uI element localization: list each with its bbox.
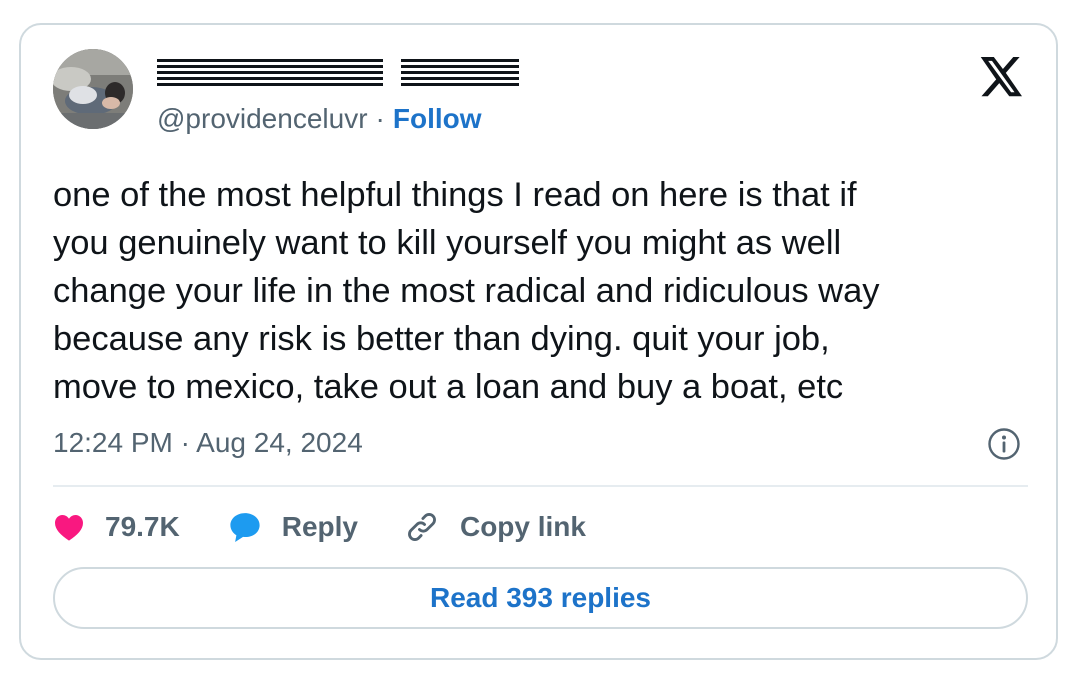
info-icon[interactable] <box>987 427 1021 461</box>
x-logo-icon[interactable] <box>979 57 1025 97</box>
redaction-bar <box>157 59 383 87</box>
like-count: 79.7K <box>105 511 180 542</box>
tweet-timestamp[interactable]: 12:24 PM · Aug 24, 2024 <box>53 425 363 461</box>
read-replies-label: Read 393 replies <box>429 582 652 613</box>
reply-button[interactable]: Reply <box>228 511 358 543</box>
avatar-photo <box>53 49 133 129</box>
redaction-bar <box>401 59 519 87</box>
separator-dot: · <box>375 103 385 134</box>
tweet-card: @providenceluvr · Follow one of the most h… <box>19 23 1058 660</box>
read-replies-button[interactable]: Read 393 replies <box>53 567 1028 629</box>
user-handle[interactable]: @providenceluvr <box>157 103 368 134</box>
copy-link-button[interactable]: Copy link <box>404 509 586 545</box>
link-icon <box>408 513 436 541</box>
action-bar: 79.7K Reply Copy link <box>53 505 586 549</box>
heart-icon <box>55 515 83 541</box>
follow-button[interactable]: Follow <box>393 103 482 134</box>
divider <box>53 485 1028 487</box>
reply-label: Reply <box>281 511 358 542</box>
like-button[interactable]: 79.7K <box>53 511 180 543</box>
handle-row: @providenceluvr · Follow <box>157 101 482 137</box>
display-name-redacted[interactable] <box>157 55 519 91</box>
avatar[interactable] <box>53 49 133 129</box>
copy-link-label: Copy link <box>459 511 586 542</box>
tweet-text: one of the most helpful things I read on… <box>53 176 880 406</box>
speech-bubble-icon <box>230 513 260 543</box>
